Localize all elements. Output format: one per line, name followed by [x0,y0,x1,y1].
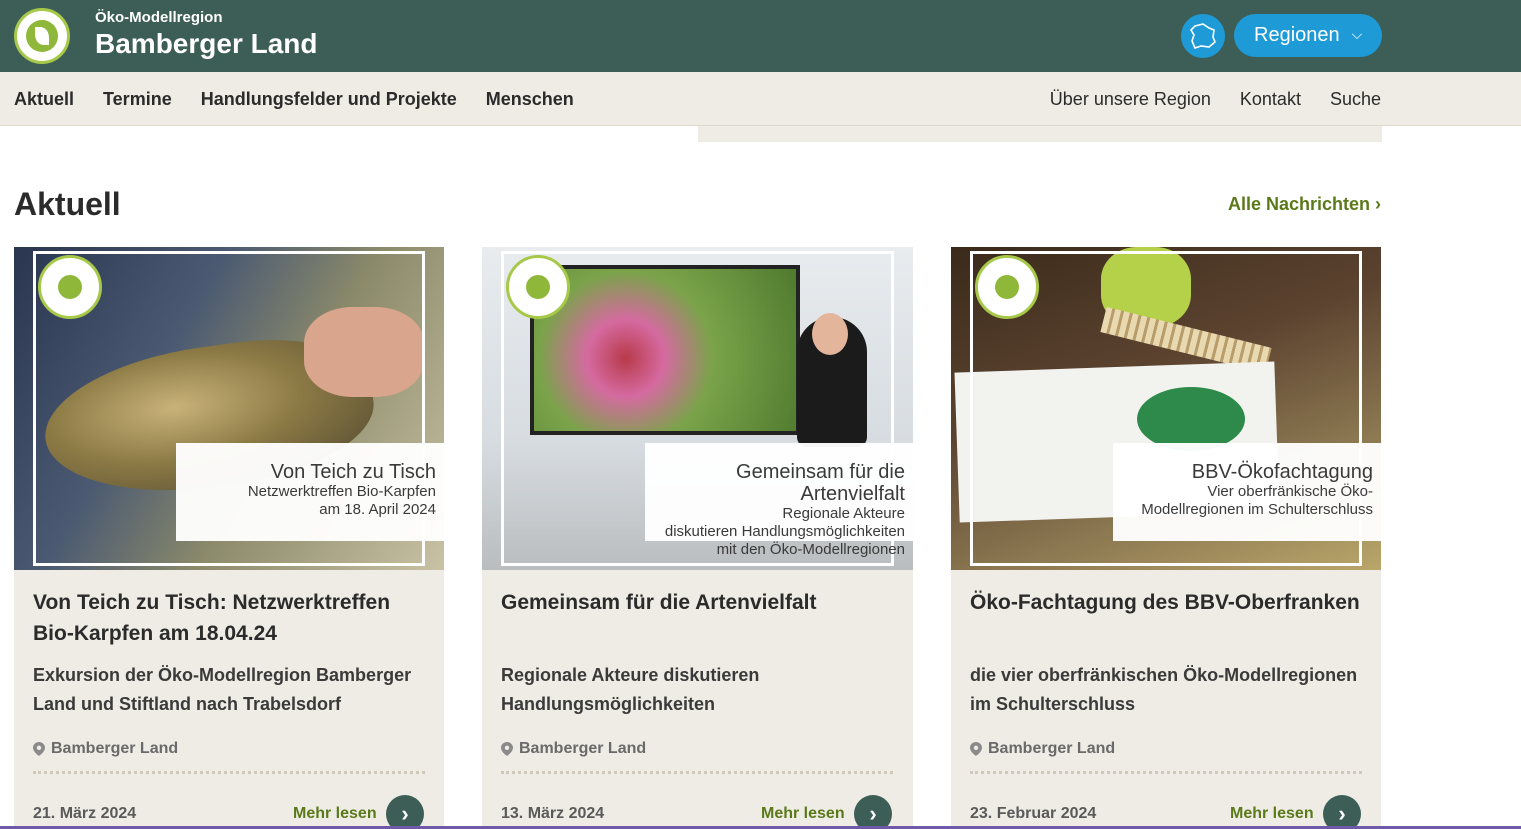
divider [970,771,1362,774]
news-card-subtitle: die vier oberfränkischen Öko-Modellregio… [970,665,1358,714]
news-card-date: 21. März 2024 [33,805,137,822]
arrow-right-icon[interactable]: › [854,795,892,829]
brand-title[interactable]: Bamberger Land [95,28,318,60]
nav-termine[interactable]: Termine [103,89,172,110]
image-caption-line: Vier oberfränkische Öko- [1207,483,1373,500]
news-card[interactable]: BBV-Ökofachtagung Vier oberfränkische Ök… [951,247,1381,829]
image-caption-line: Netzwerktreffen Bio-Karpfen [247,483,436,500]
nav-kontakt[interactable]: Kontakt [1240,89,1301,110]
oeko-modellregionen-badge-icon [975,255,1039,319]
news-card-subtitle: Exkursion der Öko-Modellregion Bamberger… [33,665,412,714]
news-card-location: Bamberger Land [970,740,1115,758]
section-title: Aktuell [14,186,121,222]
image-caption: Von Teich zu Tisch Netzwerktreffen Bio-K… [176,443,444,541]
news-card-title[interactable]: Öko-Fachtagung des BBV-Oberfranken [970,587,1360,618]
read-more-link[interactable]: Mehr lesen [293,805,377,823]
location-label: Bamberger Land [519,740,647,757]
image-caption-line: diskutieren Handlungsmöglichkeiten [664,523,905,540]
location-pin-icon [33,742,45,756]
main-navigation: Aktuell Termine Handlungsfelder und Proj… [0,72,1521,126]
arrow-right-icon[interactable]: › [386,795,424,829]
content-strip [698,126,1382,142]
oeko-modellregionen-badge-icon [38,255,102,319]
divider [501,771,893,774]
location-pin-icon [501,742,513,756]
location-label: Bamberger Land [988,740,1116,757]
nav-aktuell[interactable]: Aktuell [14,89,74,110]
news-card[interactable]: Gemeinsam für die Artenvielfalt Regional… [482,247,913,829]
image-caption-line: Regionale Akteure [782,505,905,522]
read-more-link[interactable]: Mehr lesen [761,805,845,823]
image-caption-line: Modellregionen im Schulterschluss [1141,501,1373,518]
news-card-image[interactable]: Gemeinsam für die Artenvielfalt Regional… [482,247,913,570]
image-caption: BBV-Ökofachtagung Vier oberfränkische Ök… [1113,443,1381,541]
divider [33,771,425,774]
image-caption-title: Gemeinsam für die Artenvielfalt [736,461,905,505]
bavaria-map-icon[interactable] [1181,14,1225,58]
regionen-label: Regionen [1254,24,1340,46]
news-card-image[interactable]: Von Teich zu Tisch Netzwerktreffen Bio-K… [14,247,444,570]
oeko-modellregionen-badge-icon [506,255,570,319]
image-caption-title: Von Teich zu Tisch [270,461,436,483]
chevron-down-icon: ⌵ [1351,26,1363,42]
image-caption-line: mit den Öko-Modellregionen [716,541,905,558]
news-card-title[interactable]: Gemeinsam für die Artenvielfalt [501,587,891,618]
news-card-location: Bamberger Land [501,740,646,758]
news-card-date: 23. Februar 2024 [970,805,1097,822]
brand-subtitle[interactable]: Öko-Modellregion [95,9,223,26]
news-card-date: 13. März 2024 [501,805,605,822]
regionen-dropdown-button[interactable]: Regionen ⌵ [1234,14,1382,57]
location-pin-icon [970,742,982,756]
read-more-link[interactable]: Mehr lesen [1230,805,1314,823]
news-card-title[interactable]: Von Teich zu Tisch: Netzwerktreffen Bio-… [33,587,423,649]
nav-handlungsfelder[interactable]: Handlungsfelder und Projekte [201,89,457,110]
all-news-link[interactable]: Alle Nachrichten › [1228,194,1381,215]
image-caption: Gemeinsam für die Artenvielfalt Regional… [645,443,913,558]
news-card-subtitle: Regionale Akteure diskutieren Handlungsm… [501,665,760,714]
news-card[interactable]: Von Teich zu Tisch Netzwerktreffen Bio-K… [14,247,444,829]
image-caption-line: am 18. April 2024 [319,501,436,518]
arrow-right-icon[interactable]: › [1323,795,1361,829]
image-caption-title: BBV-Ökofachtagung [1191,461,1373,483]
news-card-location: Bamberger Land [33,740,178,758]
news-card-image[interactable]: BBV-Ökofachtagung Vier oberfränkische Ök… [951,247,1381,570]
nav-menschen[interactable]: Menschen [486,89,574,110]
oeko-modellregionen-logo-icon[interactable] [14,8,70,64]
nav-ueber-region[interactable]: Über unsere Region [1050,89,1211,110]
site-header: Öko-Modellregion Bamberger Land Regionen… [0,0,1521,72]
location-label: Bamberger Land [51,740,179,757]
nav-suche[interactable]: Suche [1330,89,1381,110]
